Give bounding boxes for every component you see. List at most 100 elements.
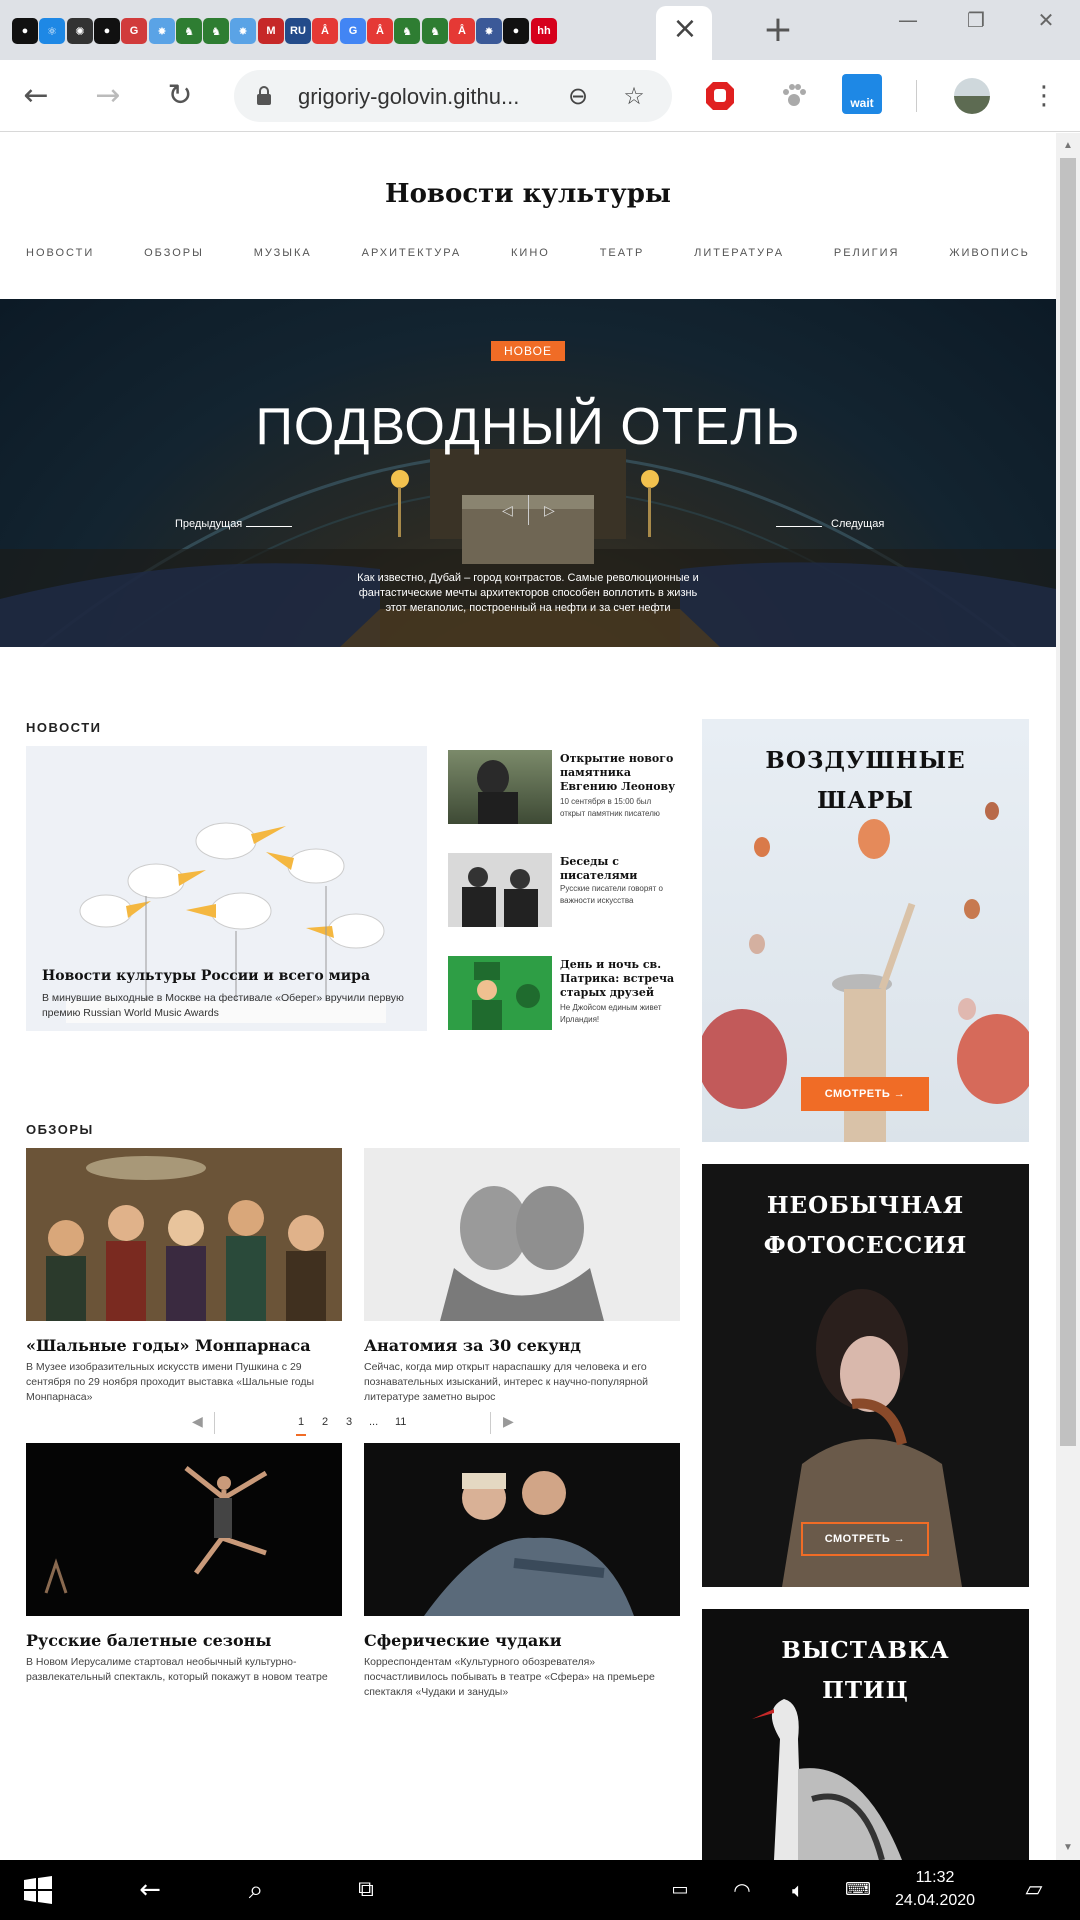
hero-slider: НОВОЕ ПОДВОДНЫЙ ОТЕЛЬ Предыдущая Следуща… (0, 299, 1056, 647)
android-icon[interactable]: ♞ (203, 18, 229, 44)
pagination-prev-icon[interactable]: ◀ (192, 1413, 203, 1430)
review-card-title[interactable]: Русские балетные сезоны (26, 1631, 342, 1650)
hero-next-link[interactable]: Следущая (831, 518, 884, 530)
new-tab-icon[interactable]: + (762, 10, 794, 50)
watch-button[interactable]: СМОТРЕТЬ → (801, 1522, 929, 1556)
ru-icon[interactable]: RU (285, 18, 311, 44)
task-view-icon[interactable]: ⧉ (348, 1874, 384, 1906)
page-scrollbar-thumb[interactable] (1060, 158, 1076, 1446)
review-card-title[interactable]: «Шальные годы» Монпарнаса (26, 1336, 342, 1355)
battery-icon[interactable]: ▭ (662, 1874, 698, 1906)
main-news-title[interactable]: Новости культуры России и всего мира (42, 968, 370, 984)
android-icon[interactable]: ♞ (422, 18, 448, 44)
android-icon[interactable]: ♞ (176, 18, 202, 44)
promo-title-line: ШАРЫ (817, 787, 914, 814)
nav-item-architecture[interactable]: АРХИТЕКТУРА (362, 247, 462, 259)
taskbar-search-icon[interactable]: ⌕ (238, 1874, 274, 1906)
review-card-title[interactable]: Сферические чудаки (364, 1631, 680, 1650)
review-card[interactable]: Русские балетные сезоны В Новом Иерусали… (26, 1443, 342, 1685)
gulp-icon[interactable]: G (121, 18, 147, 44)
hero-title[interactable]: ПОДВОДНЫЙ ОТЕЛЬ (0, 397, 1056, 457)
windows-start-icon[interactable] (24, 1876, 52, 1904)
watch-button[interactable]: СМОТРЕТЬ → (801, 1077, 929, 1111)
promo-photoshoot-card[interactable]: НЕОБЫЧНАЯ ФОТОСЕССИЯ СМОТРЕТЬ → (702, 1164, 1029, 1587)
openai-icon[interactable]: ✺ (67, 18, 93, 44)
hero-prev-link[interactable]: Предыдущая (175, 518, 242, 530)
react-icon[interactable]: ⚛ (39, 18, 65, 44)
site-title[interactable]: Новости культуры (0, 179, 1056, 209)
android-icon[interactable]: ♞ (394, 18, 420, 44)
hh-icon[interactable]: hh (531, 18, 557, 44)
adblock-icon[interactable] (702, 78, 738, 114)
pagination-page[interactable]: 1 (298, 1416, 304, 1428)
pagination-page[interactable]: 2 (322, 1416, 328, 1428)
close-window-icon[interactable]: ✕ (1026, 8, 1066, 38)
nav-item-painting[interactable]: ЖИВОПИСЬ (949, 247, 1030, 259)
nav-item-literature[interactable]: ЛИТЕРАТУРА (694, 247, 784, 259)
news-item-title[interactable]: Открытие нового памятника Евгению Леонов… (560, 752, 678, 794)
review-card[interactable]: Анатомия за 30 секунд Сейчас, когда мир … (364, 1148, 680, 1405)
paw-extension-icon[interactable] (776, 78, 812, 114)
pagination-page[interactable]: 11 (395, 1416, 406, 1428)
close-tab-icon[interactable]: × (672, 14, 698, 44)
news-item[interactable]: День и ночь св. Патрика: встреча старых … (448, 956, 678, 1030)
promo-title[interactable]: НЕОБЫЧНАЯ ФОТОСЕССИЯ (702, 1186, 1029, 1266)
restore-window-icon[interactable]: ❐ (956, 8, 996, 38)
taskbar-clock[interactable]: 11:32 24.04.2020 (890, 1866, 980, 1912)
scroll-down-icon[interactable]: ▼ (1060, 1840, 1076, 1856)
hero-next-arrow-icon[interactable]: ▷ (544, 502, 555, 519)
github-icon[interactable]: ● (12, 18, 38, 44)
nav-item-religion[interactable]: РЕЛИГИЯ (834, 247, 900, 259)
wifi-icon[interactable]: ◠ (724, 1874, 760, 1906)
promo-title[interactable]: ВЫСТАВКА ПТИЦ (702, 1631, 1029, 1711)
nav-item-theatre[interactable]: ТЕАТР (600, 247, 645, 259)
gmail-icon[interactable]: M (258, 18, 284, 44)
translate-icon[interactable]: G (340, 18, 366, 44)
nav-item-music[interactable]: МУЗЫКА (254, 247, 312, 259)
reload-icon[interactable]: ↻ (160, 76, 200, 116)
github-icon[interactable]: ● (503, 18, 529, 44)
tower-icon[interactable]: Å (367, 18, 393, 44)
forward-icon[interactable]: → (88, 76, 128, 116)
burst-icon[interactable]: ✸ (476, 18, 502, 44)
bookmark-star-icon[interactable]: ☆ (620, 82, 648, 110)
github-icon[interactable]: ● (94, 18, 120, 44)
review-card[interactable]: «Шальные годы» Монпарнаса В Музее изобра… (26, 1148, 342, 1405)
burst-icon[interactable]: ✸ (149, 18, 175, 44)
notifications-icon[interactable]: ▱ (1016, 1874, 1052, 1906)
hero-prev-arrow-icon[interactable]: ◁ (502, 502, 513, 519)
back-icon[interactable]: ← (16, 76, 56, 116)
promo-title[interactable]: ВОЗДУШНЫЕ ШАРЫ (702, 741, 1029, 821)
url-text[interactable]: grigoriy-golovin.githu... (298, 84, 519, 110)
nav-item-reviews[interactable]: ОБЗОРЫ (144, 247, 204, 259)
nav-item-cinema[interactable]: КИНО (511, 247, 550, 259)
wait-extension-icon[interactable]: wait (842, 74, 882, 114)
minimize-window-icon[interactable]: — (888, 8, 928, 38)
zoom-icon[interactable]: ⊖ (564, 82, 592, 110)
review-card-title[interactable]: Анатомия за 30 секунд (364, 1336, 680, 1355)
address-bar[interactable]: grigoriy-golovin.githu... ⊖ ☆ (234, 70, 672, 122)
review-card[interactable]: Сферические чудаки Корреспондентам «Куль… (364, 1443, 680, 1700)
profile-avatar[interactable] (954, 78, 990, 114)
windows-taskbar: ← ⌕ ⧉ ▭ ◠ 🔈︎ ⌨ 11:32 24.04.2020 ▱ (0, 1860, 1080, 1920)
pagination-next-icon[interactable]: ▶ (503, 1413, 514, 1430)
volume-icon[interactable]: 🔈︎ (780, 1874, 816, 1906)
keyboard-icon[interactable]: ⌨ (840, 1874, 876, 1906)
main-news-card[interactable]: Новости культуры России и всего мира В м… (26, 746, 427, 1031)
promo-birds-card[interactable]: ВЫСТАВКА ПТИЦ (702, 1609, 1029, 1860)
scroll-up-icon[interactable]: ▲ (1060, 138, 1076, 154)
tower-icon[interactable]: Å (449, 18, 475, 44)
news-item[interactable]: Беседы с писателями Русские писатели гов… (448, 853, 678, 927)
pagination-page[interactable]: 3 (346, 1416, 352, 1428)
browser-menu-icon[interactable]: ⋮ (1024, 76, 1064, 116)
promo-balloons-card[interactable]: ВОЗДУШНЫЕ ШАРЫ СМОТРЕТЬ → (702, 719, 1029, 1142)
burst-icon[interactable]: ✸ (230, 18, 256, 44)
nav-item-news[interactable]: НОВОСТИ (26, 247, 94, 259)
tower-icon[interactable]: Å (312, 18, 338, 44)
lock-icon (257, 86, 271, 105)
taskbar-back-icon[interactable]: ← (132, 1874, 168, 1906)
news-item-title[interactable]: Беседы с писателями (560, 855, 678, 883)
news-item[interactable]: Открытие нового памятника Евгению Леонов… (448, 750, 678, 824)
wait-extension-label: wait (850, 96, 874, 110)
news-item-title[interactable]: День и ночь св. Патрика: встреча старых … (560, 958, 678, 1000)
